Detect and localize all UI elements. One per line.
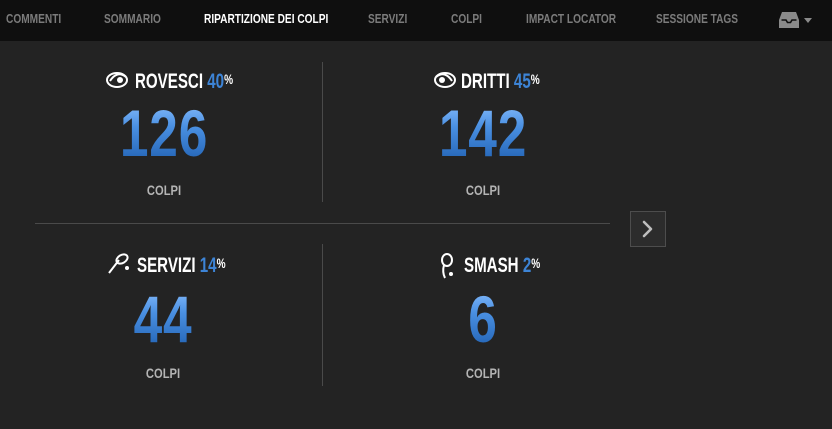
stat-value-rovesci: 126 (86, 100, 242, 166)
caret-down-icon (804, 18, 812, 23)
percent-sign: % (224, 71, 234, 87)
vertical-divider-bottom (322, 244, 323, 386)
top-navbar: COMMENTI SOMMARIO RIPARTIZIONE DEI COLPI… (0, 0, 832, 41)
tab-servizi[interactable]: SERVIZI (368, 11, 407, 26)
serve-stroke-icon (108, 253, 129, 274)
smash-stroke-icon (441, 253, 453, 279)
horizontal-divider (35, 223, 610, 224)
tab-ripartizione-dei-colpi[interactable]: RIPARTIZIONE DEI COLPI (204, 11, 328, 26)
stat-percent-rovesci: 40 (207, 70, 225, 93)
stat-title-servizi: SERVIZI (137, 254, 196, 277)
stat-unit-dritti: COLPI (465, 182, 501, 198)
stat-unit-rovesci: COLPI (146, 182, 182, 198)
next-page-button[interactable] (630, 211, 666, 247)
stat-value-dritti: 142 (405, 100, 561, 166)
tab-impact-locator[interactable]: IMPACT LOCATOR (526, 11, 616, 26)
account-menu-button[interactable] (778, 9, 814, 31)
tab-colpi[interactable]: COLPI (451, 11, 482, 26)
stat-percent-dritti: 45 (513, 70, 531, 93)
backhand-stroke-icon (106, 72, 128, 88)
tab-commenti[interactable]: COMMENTI (6, 11, 61, 26)
stat-title-dritti: DRITTI (461, 70, 510, 93)
stat-percent-smash: 2 (522, 254, 532, 277)
stat-unit-smash: COLPI (465, 365, 501, 381)
vertical-divider-top (322, 62, 323, 202)
percent-sign: % (216, 255, 226, 271)
stat-value-smash: 6 (405, 286, 561, 352)
chevron-right-icon (642, 220, 653, 238)
stat-unit-servizi: COLPI (145, 365, 181, 381)
stat-percent-servizi: 14 (199, 254, 217, 277)
tab-sessione-tags[interactable]: SESSIONE TAGS (656, 11, 738, 26)
stat-title-rovesci: ROVESCI (135, 70, 204, 93)
percent-sign: % (531, 255, 541, 271)
percent-sign: % (530, 71, 540, 87)
inbox-tray-icon (779, 12, 799, 28)
stat-title-smash: SMASH (464, 254, 519, 277)
tab-sommario[interactable]: SOMMARIO (104, 11, 161, 26)
stat-value-servizi: 44 (85, 286, 241, 352)
forehand-stroke-icon (434, 72, 456, 88)
